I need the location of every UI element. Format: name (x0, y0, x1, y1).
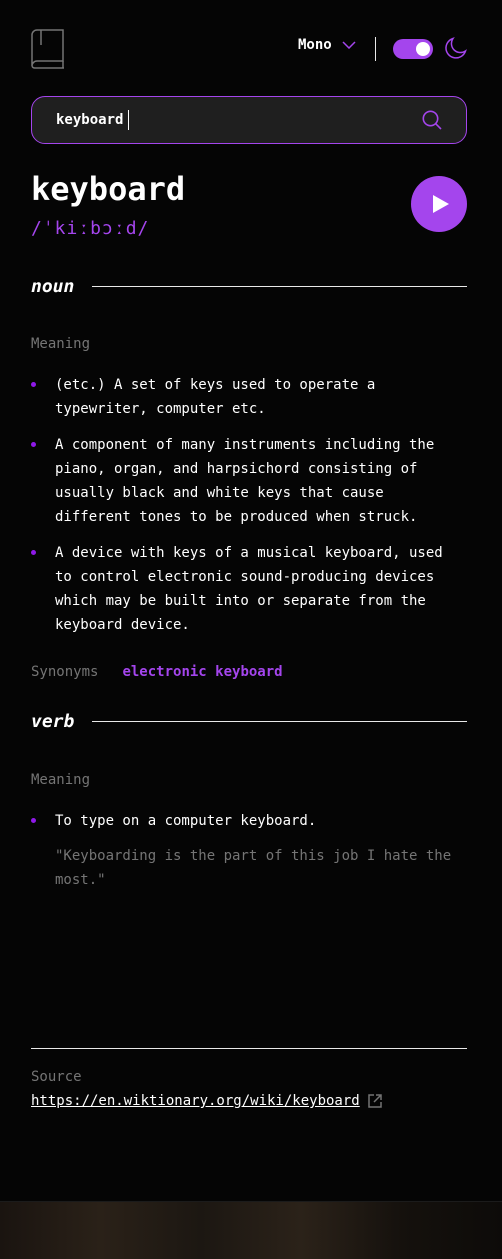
noun-definitions: (etc.) A set of keys used to operate a t… (31, 373, 467, 649)
section-divider (92, 721, 467, 722)
verb-header: verb (31, 711, 467, 732)
part-of-speech-noun: noun (31, 276, 75, 297)
font-selector-label: Mono (298, 37, 332, 53)
chevron-down-icon (342, 41, 356, 49)
list-item: A component of many instruments includin… (31, 433, 467, 529)
search-input[interactable] (56, 97, 416, 143)
source-url[interactable]: https://en.wiktionary.org/wiki/keyboard (31, 1093, 360, 1109)
synonym-link[interactable]: electronic keyboard (122, 664, 282, 680)
source-link[interactable]: https://en.wiktionary.org/wiki/keyboard (31, 1093, 382, 1109)
moon-icon (445, 37, 467, 59)
play-audio-button[interactable] (411, 176, 467, 232)
synonyms-row: Synonyms electronic keyboard (31, 664, 283, 680)
text-caret (128, 110, 129, 130)
word-title: keyboard (31, 170, 186, 208)
part-of-speech-verb: verb (31, 711, 75, 732)
play-icon (432, 195, 449, 213)
verb-meaning-heading: Meaning (31, 772, 91, 788)
section-divider (92, 286, 467, 287)
font-selector[interactable]: Mono (298, 37, 356, 53)
header-divider (375, 37, 376, 61)
header: Mono (31, 29, 467, 69)
footer-divider (31, 1048, 467, 1049)
search-icon[interactable] (422, 110, 442, 130)
phonetic: /ˈkiːbɔːd/ (31, 218, 150, 239)
definition-text: To type on a computer keyboard. (55, 813, 317, 829)
search-bar (31, 96, 467, 144)
noun-header: noun (31, 276, 467, 297)
background-image-strip (0, 1201, 502, 1259)
list-item: (etc.) A set of keys used to operate a t… (31, 373, 467, 421)
theme-toggle[interactable] (393, 39, 433, 59)
book-icon[interactable] (31, 29, 65, 69)
theme-toggle-knob (416, 42, 430, 56)
usage-example: "Keyboarding is the part of this job I h… (55, 848, 452, 888)
external-link-icon[interactable] (367, 1094, 382, 1108)
list-item: A device with keys of a musical keyboard… (31, 541, 467, 637)
list-item: To type on a computer keyboard. (31, 809, 467, 833)
verb-definitions: To type on a computer keyboard. (31, 809, 467, 845)
noun-meaning-heading: Meaning (31, 336, 91, 352)
synonyms-heading: Synonyms (31, 664, 99, 680)
source-heading: Source (31, 1069, 82, 1085)
